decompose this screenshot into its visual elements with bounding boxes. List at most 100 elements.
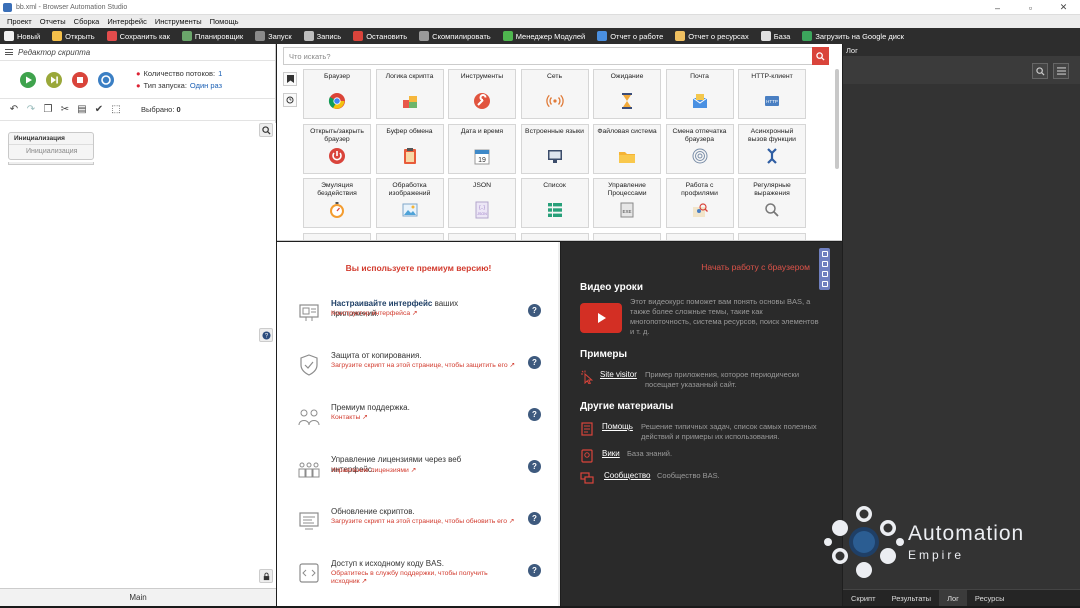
premium-feature-link[interactable]: Конструктор интерфейса ↗ [331,310,516,318]
log-tab[interactable]: Результаты [884,590,940,607]
log-tab[interactable]: Лог [939,589,967,607]
canvas-lock-icon[interactable] [259,569,273,583]
action-tile-partial[interactable] [303,232,371,240]
site-visitor-link[interactable]: Site visitor [600,370,637,379]
log-tab[interactable]: Скрипт [843,590,884,607]
canvas-search-icon[interactable] [259,123,273,137]
help-question-icon[interactable]: ? [528,512,541,525]
paste-icon[interactable]: ▤ [76,104,88,116]
action-tile[interactable]: Управление Процессами EXE [593,178,661,228]
community-link[interactable]: Сообщество [604,471,650,480]
menu-tools[interactable]: Инструменты [151,17,206,26]
action-tile[interactable]: Ожидание [593,69,661,119]
toolbar-button-12[interactable]: Загрузить на Google диск [802,31,904,41]
maximize-icon[interactable]: ▫ [1014,0,1047,15]
help-question-icon[interactable]: ? [528,460,541,473]
help-question-icon[interactable]: ? [528,356,541,369]
action-tile[interactable]: Инструменты [448,69,516,119]
log-menu-icon[interactable] [1053,63,1069,79]
copy-icon[interactable]: ❐ [42,104,54,116]
hamburger-menu-icon[interactable] [5,48,13,57]
threads-value[interactable]: 1 [218,69,222,78]
actions-search-input[interactable]: Что искать? [289,52,331,61]
floating-tools[interactable] [819,248,830,290]
actions-scrollbar[interactable] [835,69,839,169]
run-stop-button[interactable] [72,71,88,88]
action-tile-partial[interactable] [448,232,516,240]
init-block[interactable]: Инициализация Инициализация [8,132,94,160]
run-step-button[interactable] [46,71,62,88]
start-browser-link[interactable]: Начать работу с браузером [701,262,810,272]
toolbar-button-9[interactable]: Отчет о работе [597,31,663,41]
action-tile[interactable]: Логика скрипта [375,69,444,119]
log-tab[interactable]: Ресурсы [967,590,1013,607]
history-icon[interactable] [283,93,297,107]
premium-feature-link[interactable]: Управление лицензиями ↗ [331,467,516,475]
premium-scrollbar[interactable] [558,242,560,606]
action-tile[interactable]: HTTP-клиент HTTP [738,69,806,119]
toolbar-button-2[interactable]: Сохранить как [106,31,170,41]
menu-project[interactable]: Проект [3,17,36,26]
toolbar-button-10[interactable]: Отчет о ресурсах [675,31,749,41]
search-button[interactable] [812,47,829,65]
youtube-play-icon[interactable] [580,303,622,333]
action-tile[interactable]: Эмуляция бездействия [303,178,371,228]
help-question-icon[interactable]: ? [528,408,541,421]
help-link[interactable]: Помощь [602,422,633,431]
undo-icon[interactable]: ↶ [8,104,20,116]
action-tile-partial[interactable] [738,232,806,240]
action-tile[interactable]: Браузер [303,69,371,119]
action-tile[interactable]: Файловая система [593,123,661,174]
action-tile-partial[interactable] [593,232,661,240]
action-tile[interactable]: JSON {..} JSON [448,178,516,228]
run-play-button[interactable] [20,71,36,88]
canvas-help-icon[interactable]: ? [259,328,273,342]
close-icon[interactable]: ✕ [1047,0,1080,15]
toolbar-button-5[interactable]: Запись [303,31,341,41]
menu-help[interactable]: Помощь [206,17,243,26]
action-tile[interactable]: Сеть [520,69,589,119]
action-tile-partial[interactable] [665,232,734,240]
toolbar-button-7[interactable]: Скомпилировать [419,31,491,41]
action-tile[interactable]: Список [520,178,589,228]
action-tile[interactable]: Смена отпечатка браузера [665,123,734,174]
help-question-icon[interactable]: ? [528,564,541,577]
main-tab[interactable]: Main [0,588,276,606]
cut-icon[interactable]: ✂ [59,104,71,116]
help-question-icon[interactable]: ? [528,304,541,317]
action-tile[interactable]: Буфер обмена [375,123,444,174]
action-tile[interactable]: Дата и время 19 [448,123,516,174]
premium-feature-link[interactable]: Контакты ↗ [331,414,516,422]
menu-reports[interactable]: Отчеты [36,17,70,26]
action-tile-partial[interactable] [520,232,589,240]
run-restart-button[interactable] [98,71,114,88]
menu-build[interactable]: Сборка [70,17,104,26]
toolbar-button-4[interactable]: Запуск [255,31,292,41]
toolbar-button-0[interactable]: Новый [4,31,40,41]
premium-feature-link[interactable]: Обратитесь в службу поддержки, чтобы пол… [331,570,516,586]
minimize-icon[interactable]: – [981,0,1014,15]
action-tile[interactable]: Работа с профилями [665,178,734,228]
action-tile[interactable]: Встроенные языки [520,123,589,174]
wiki-link[interactable]: Вики [602,449,620,458]
premium-feature-link[interactable]: Загрузите скрипт на этой странице, чтобы… [331,362,516,370]
action-tile[interactable]: Открыть/закрыть браузер [303,123,371,174]
premium-feature-link[interactable]: Загрузите скрипт на этой странице, чтобы… [331,518,516,526]
action-tile[interactable]: Почта [665,69,734,119]
log-search-icon[interactable] [1032,63,1048,79]
action-tile[interactable]: Регулярные выражения [738,178,806,228]
check-all-icon[interactable]: ✔ [93,104,105,116]
actions-search[interactable]: Что искать? [283,47,829,65]
action-tile[interactable]: Обработка изображений [375,178,444,228]
toolbar-button-1[interactable]: Открыть [52,31,95,41]
script-canvas[interactable]: Инициализация Инициализация ? [0,123,276,588]
toolbar-button-11[interactable]: База [760,31,790,41]
menu-interface[interactable]: Интерфейс [103,17,151,26]
bookmark-icon[interactable] [283,72,297,86]
toolbar-button-8[interactable]: Менеджер Модулей [502,31,585,41]
action-tile-partial[interactable] [375,232,444,240]
launch-type-value[interactable]: Один раз [190,81,222,90]
redo-icon[interactable]: ↷ [25,104,37,116]
action-tile[interactable]: Асинхронный вызов функции [738,123,806,174]
toolbar-button-3[interactable]: Планировщик [181,31,243,41]
